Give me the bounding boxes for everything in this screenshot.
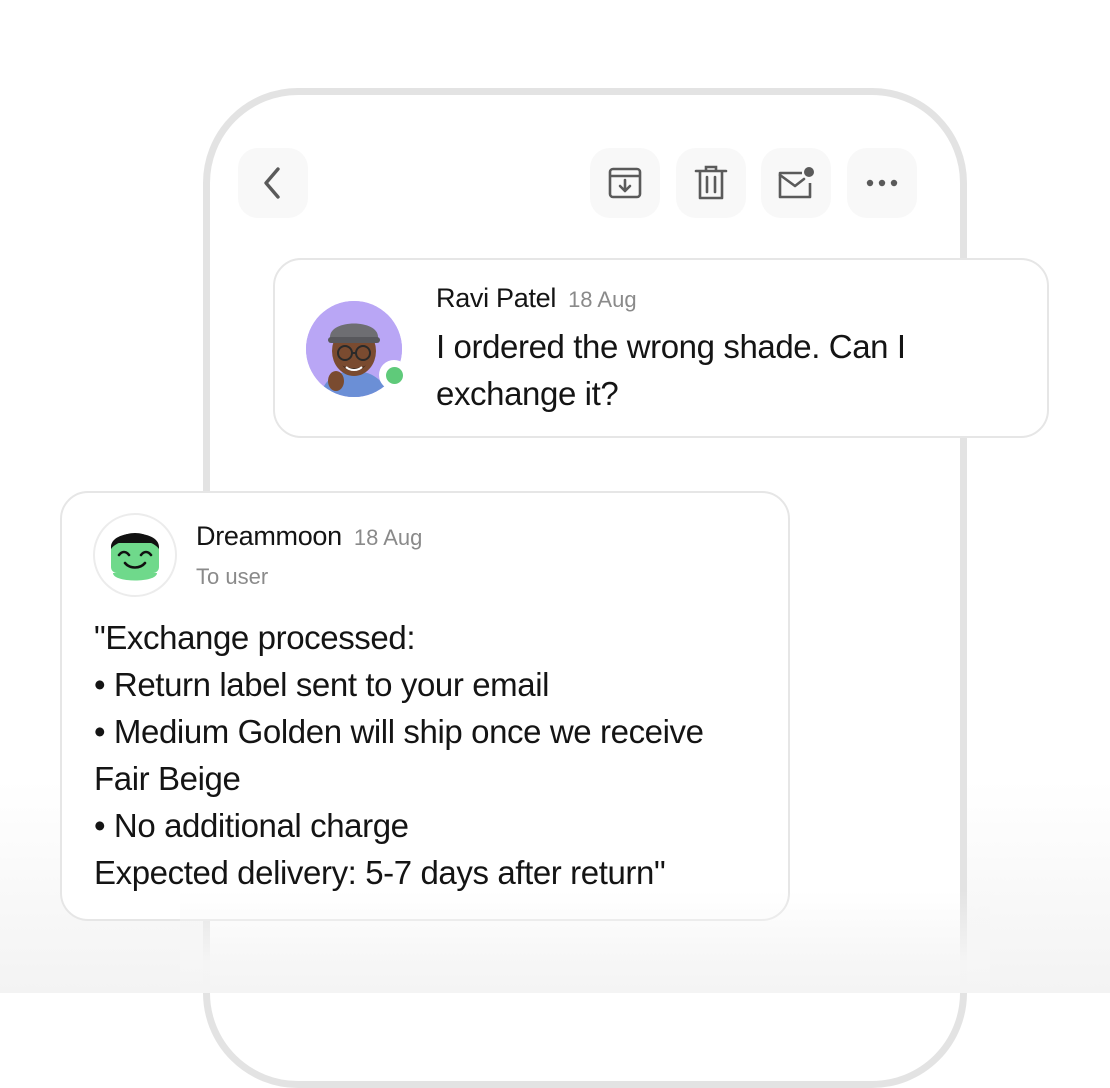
reply-message-body: "Exchange processed: • Return label sent… [94, 614, 704, 896]
recipient-label: To user [196, 564, 269, 589]
trash-icon [694, 165, 728, 200]
message-line: Fair Beige [94, 760, 241, 797]
online-status-indicator [379, 360, 409, 390]
message-line: "Exchange processed: [94, 619, 416, 656]
sender-name: Ravi Patel [436, 283, 557, 313]
message-date: 18 Aug [353, 525, 423, 550]
incoming-message-body: I ordered the wrong shade. Can I exchang… [436, 323, 906, 417]
message-date: 18 Aug [568, 287, 637, 312]
chevron-left-icon [264, 167, 280, 199]
reply-message-header: Dreammoon 18 Aug [196, 521, 422, 552]
message-line: exchange it? [436, 375, 619, 412]
archive-icon [608, 167, 642, 199]
message-line: Expected delivery: 5-7 days after return… [94, 854, 666, 891]
message-line: I ordered the wrong shade. Can I [436, 328, 906, 365]
incoming-message-header: Ravi Patel 18 Aug [436, 283, 637, 314]
mark-unread-button[interactable] [761, 148, 831, 218]
mail-unread-icon [778, 167, 814, 199]
avatar [93, 513, 177, 597]
more-horizontal-icon [866, 179, 898, 187]
archive-button[interactable] [590, 148, 660, 218]
message-line: • No additional charge [94, 807, 409, 844]
smiley-avatar-icon [111, 533, 159, 581]
bottom-fade [180, 890, 990, 993]
sender-name: Dreammoon [196, 521, 342, 551]
message-line: • Medium Golden will ship once we receiv… [94, 713, 704, 750]
back-button[interactable] [238, 148, 308, 218]
more-button[interactable] [847, 148, 917, 218]
message-line: • Return label sent to your email [94, 666, 550, 703]
delete-button[interactable] [676, 148, 746, 218]
